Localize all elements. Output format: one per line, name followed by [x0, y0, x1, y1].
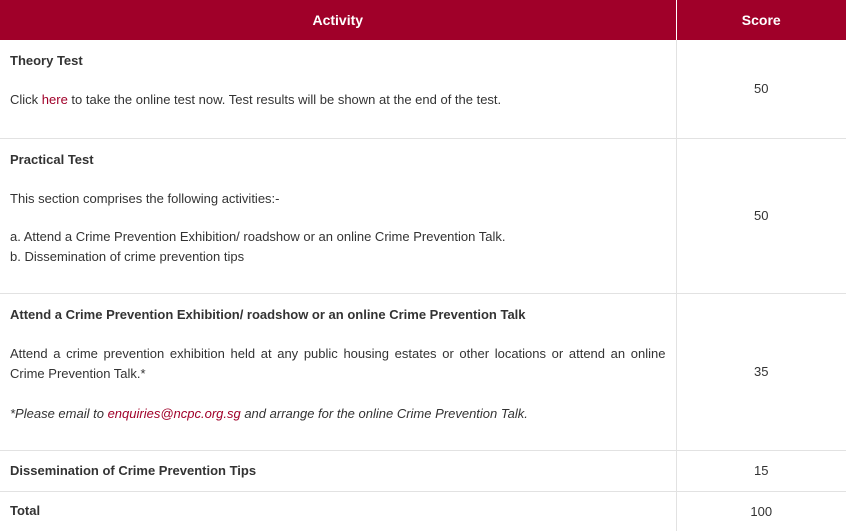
description-text: to take the online test now. Test result… [67, 92, 502, 107]
row-note: *Please email to enquiries@ncpc.org.sg a… [10, 404, 666, 424]
score-cell: 50 [676, 138, 846, 294]
table-header-row: Activity Score [0, 0, 846, 40]
scoring-table: Activity Score Theory Test Click here to… [0, 0, 846, 531]
list-item: b. Dissemination of crime prevention tip… [10, 248, 245, 264]
activity-cell: Attend a Crime Prevention Exhibition/ ro… [0, 293, 677, 451]
row-title: Total [10, 503, 41, 518]
score-cell: 35 [676, 293, 846, 451]
table-row-dissemination: Dissemination of Crime Prevention Tips 1… [0, 450, 846, 492]
row-title: Attend a Crime Prevention Exhibition/ ro… [10, 306, 526, 322]
score-cell: 15 [676, 450, 846, 492]
activity-cell: Theory Test Click here to take the onlin… [0, 40, 677, 139]
list-item: a. Attend a Crime Prevention Exhibition/… [10, 228, 506, 244]
score-cell: 100 [676, 491, 846, 531]
note-text: *Please email to [10, 405, 108, 421]
activity-cell: Dissemination of Crime Prevention Tips [0, 450, 677, 492]
activity-cell: Practical Test This section comprises th… [0, 138, 677, 294]
score-cell: 50 [676, 40, 846, 139]
description-text: Click [10, 92, 42, 107]
row-title: Theory Test [10, 53, 83, 68]
table-row-practical-test: Practical Test This section comprises th… [0, 138, 846, 294]
score-column-header: Score [676, 0, 846, 40]
table-row-exhibition: Attend a Crime Prevention Exhibition/ ro… [0, 293, 846, 451]
activity-cell: Total [0, 491, 677, 531]
row-title: Practical Test [10, 151, 94, 167]
table-row-theory-test: Theory Test Click here to take the onlin… [0, 40, 846, 139]
row-intro: This section comprises the following act… [10, 190, 280, 206]
note-text: and arrange for the online Crime Prevent… [240, 405, 528, 421]
online-test-link[interactable]: here [42, 92, 68, 107]
row-description: Attend a crime prevention exhibition hel… [10, 345, 666, 381]
email-link[interactable]: enquiries@ncpc.org.sg [108, 406, 241, 421]
row-description: Click here to take the online test now. … [10, 90, 666, 110]
row-title: Dissemination of Crime Prevention Tips [10, 462, 257, 478]
table-row-total: Total 100 [0, 491, 846, 531]
activity-column-header: Activity [0, 0, 677, 40]
